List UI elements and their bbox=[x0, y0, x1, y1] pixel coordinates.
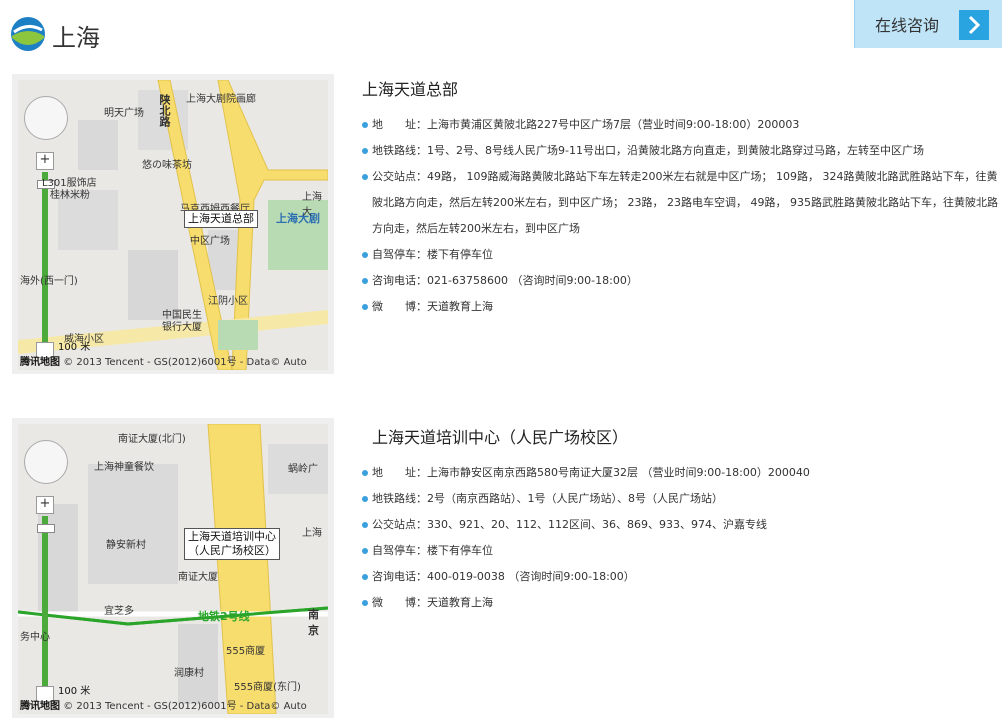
detail-bus: 公交站点：49路， 109路威海路黄陂北路站下车左转走200米左右就是中区广场；… bbox=[362, 164, 1002, 242]
map-copyright-text: © 2013 Tencent - GS(2012)6001号 - Data© A… bbox=[63, 357, 307, 368]
map-label: 宜芝多 bbox=[104, 606, 134, 617]
map-label-metro: 地铁2号线 bbox=[198, 610, 250, 623]
zoom-slider[interactable] bbox=[42, 516, 48, 686]
map-label: 南证大厦(北门) bbox=[118, 434, 186, 445]
map-label: 润康村 bbox=[174, 668, 204, 679]
map-panel-center: + 南证大厦(北门) 上海神童餐饮 静安新村 南证大厦 宜芝多 地铁2号线 南京… bbox=[12, 418, 334, 718]
map-panel-hq: + 明天广场 陕北路 上海大剧院画廊 悠の味茶坊 L301服饰店 桂林米粉 马克… bbox=[12, 74, 334, 374]
tencent-map-logo: 腾讯地图 bbox=[20, 701, 60, 712]
map-label: 务中心 bbox=[20, 632, 50, 643]
map-marker-hq[interactable]: 上海天道总部 bbox=[184, 210, 258, 228]
map-marker-line: （人民广场校区） bbox=[188, 544, 276, 557]
detail-parking: 自驾停车：楼下有停车位 bbox=[362, 538, 1002, 564]
map-label: 海外(西一门) bbox=[20, 276, 78, 287]
map-label: 上海 bbox=[302, 528, 322, 539]
zoom-in-button[interactable]: + bbox=[36, 496, 54, 514]
map-pan-control[interactable] bbox=[24, 96, 68, 140]
map-label: 南证大厦 bbox=[178, 572, 218, 583]
page-header: 上海 在线咨询 bbox=[0, 0, 1004, 60]
detail-address: 地 址：上海市静安区南京西路580号南证大厦32层 （营业时间9:00-18:0… bbox=[362, 460, 1002, 486]
detail-address: 地 址：上海市黄浦区黄陂北路227号中区广场7层（营业时间9:00-18:00）… bbox=[362, 112, 1002, 138]
map-label: 上海大 bbox=[302, 192, 322, 218]
map-label: 555商厦 bbox=[226, 646, 266, 657]
map-scale: 100 米 bbox=[58, 342, 91, 353]
map-label: 上海大剧院画廊 bbox=[186, 94, 256, 105]
detail-weibo: 微 博：天道教育上海 bbox=[362, 590, 1002, 616]
detail-bus: 公交站点：330、921、20、112、112区间、36、869、933、974… bbox=[362, 512, 1002, 538]
detail-phone: 咨询电话：400-019-0038 （咨询时间9:00-18:00） bbox=[362, 564, 1002, 590]
zoom-in-button[interactable]: + bbox=[36, 152, 54, 170]
location-title: 上海天道总部 bbox=[362, 80, 459, 99]
map-label: 陕北路 bbox=[158, 94, 171, 127]
detail-metro: 地铁路线：2号（南京西路站）、1号（人民广场站）、8号（人民广场站） bbox=[362, 486, 1002, 512]
detail-parking: 自驾停车：楼下有停车位 bbox=[362, 242, 1002, 268]
map-label: 悠の味茶坊 bbox=[142, 160, 192, 171]
map-label: 中国民生银行大厦 bbox=[162, 310, 202, 333]
location-details-hq: 地 址：上海市黄浦区黄陂北路227号中区广场7层（营业时间9:00-18:00）… bbox=[362, 112, 1002, 320]
map-copyright: 腾讯地图 © 2013 Tencent - GS(2012)6001号 - Da… bbox=[20, 697, 307, 712]
detail-phone: 咨询电话：021-63758600 （咨询时间9:00-18:00） bbox=[362, 268, 1002, 294]
tencent-map-logo: 腾讯地图 bbox=[20, 357, 60, 368]
location-title: 上海天道培训中心（人民广场校区） bbox=[372, 428, 629, 447]
map-hq[interactable]: + 明天广场 陕北路 上海大剧院画廊 悠の味茶坊 L301服饰店 桂林米粉 马克… bbox=[18, 80, 328, 370]
map-copyright: 腾讯地图 © 2013 Tencent - GS(2012)6001号 - Da… bbox=[20, 353, 307, 368]
map-label: 上海神童餐饮 bbox=[94, 462, 154, 473]
map-marker-line: 上海天道培训中心 bbox=[188, 530, 276, 543]
chevron-right-icon bbox=[959, 10, 989, 40]
map-label: 555商厦(东门) bbox=[234, 682, 301, 693]
location-details-center: 地 址：上海市静安区南京西路580号南证大厦32层 （营业时间9:00-18:0… bbox=[362, 460, 1002, 616]
zoom-slider-handle[interactable] bbox=[37, 524, 55, 533]
map-label: 南京 bbox=[308, 608, 319, 637]
map-label: 蜗岭广 bbox=[288, 464, 318, 475]
map-label: 静安新村 bbox=[106, 540, 146, 551]
brand-logo-icon bbox=[11, 17, 45, 51]
map-scale: 100 米 bbox=[58, 686, 91, 697]
map-label: 明天广场 bbox=[104, 108, 144, 119]
map-label: 中区广场 bbox=[190, 236, 230, 247]
map-pan-control[interactable] bbox=[24, 440, 68, 484]
map-label: 桂林米粉 bbox=[50, 190, 90, 201]
zoom-slider[interactable] bbox=[42, 172, 48, 342]
map-copyright-text: © 2013 Tencent - GS(2012)6001号 - Data© A… bbox=[63, 701, 307, 712]
online-consult-button[interactable]: 在线咨询 bbox=[854, 0, 1002, 48]
detail-weibo: 微 博：天道教育上海 bbox=[362, 294, 1002, 320]
city-title: 上海 bbox=[52, 24, 100, 52]
map-label: 江阴小区 bbox=[208, 296, 248, 307]
map-marker-center[interactable]: 上海天道培训中心 （人民广场校区） bbox=[184, 528, 280, 560]
online-consult-label: 在线咨询 bbox=[875, 16, 940, 35]
detail-metro: 地铁路线：1号、2号、8号线人民广场9-11号出口，沿黄陂北路方向直走，到黄陂北… bbox=[362, 138, 1002, 164]
map-center[interactable]: + 南证大厦(北门) 上海神童餐饮 静安新村 南证大厦 宜芝多 地铁2号线 南京… bbox=[18, 424, 328, 714]
